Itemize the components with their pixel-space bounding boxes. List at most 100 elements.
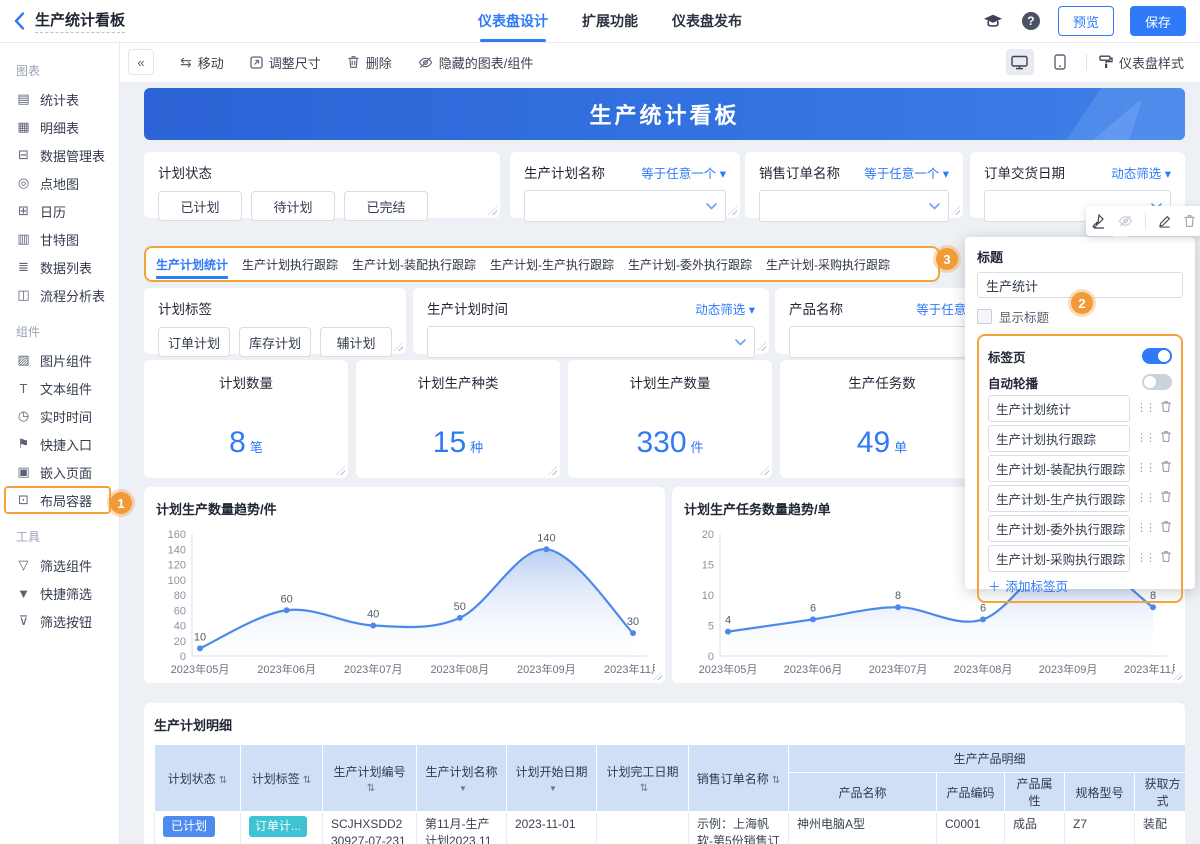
column-header-计划开始日期[interactable]: 计划开始日期▼ (506, 744, 597, 812)
filter-option-待计划[interactable]: 待计划 (251, 191, 335, 221)
tab-page-name-input[interactable]: 生产计划-生产执行跟踪 (988, 485, 1130, 512)
filter-icon[interactable]: ▼ (459, 784, 467, 793)
sort-icon[interactable]: ⇅ (303, 775, 311, 786)
filter-option-订单计划[interactable]: 订单计划 (158, 327, 230, 357)
dashboard-style-entry[interactable]: 仪表盘样式 (1099, 53, 1184, 72)
sidebar-item-明细表[interactable]: ▦ 明细表 (0, 113, 119, 141)
data-point[interactable] (980, 616, 986, 623)
sidebar-item-筛选组件[interactable]: ▽ 筛选组件 (0, 551, 119, 579)
add-tab-page-button[interactable]: ＋ 添加标签页 (988, 576, 1172, 595)
row1-销售订单名称-operator-dropdown[interactable]: 等于任意一个 ▾ (864, 163, 949, 182)
data-point[interactable] (456, 614, 463, 621)
sidebar-item-布局容器[interactable]: ⊡ 布局容器 (4, 486, 111, 514)
sort-icon[interactable]: ⇅ (367, 783, 375, 794)
product-column-header-获取方式[interactable]: 获取方式 (1133, 772, 1185, 812)
row1-计划状态-filter-card[interactable]: 计划状态 已计划 待计划 已完结 (144, 152, 500, 221)
dashboard-banner[interactable]: 生产统计看板 (144, 88, 1185, 140)
column-header-计划标签[interactable]: 计划标签 ⇅ (240, 744, 323, 812)
delete-action[interactable]: 删除 (347, 53, 392, 72)
topbar-tab-扩展功能[interactable]: 扩展功能 (582, 0, 638, 42)
delete-tab-page-icon[interactable] (1160, 460, 1172, 478)
sidebar-item-甘特图[interactable]: ▥ 甘特图 (0, 225, 119, 253)
data-point[interactable] (725, 628, 731, 635)
sidebar-item-点地图[interactable]: ◎ 点地图 (0, 169, 119, 197)
data-point[interactable] (283, 607, 290, 614)
desktop-view-icon[interactable] (1005, 49, 1034, 75)
sidebar-item-嵌入页面[interactable]: ▣ 嵌入页面 (0, 458, 119, 486)
sidebar-item-快捷筛选[interactable]: ▼ 快捷筛选 (0, 579, 119, 607)
mobile-view-icon[interactable] (1046, 49, 1074, 75)
show-title-checkbox[interactable] (977, 308, 992, 324)
sidebar-item-数据列表[interactable]: ≣ 数据列表 (0, 253, 119, 281)
sort-icon[interactable]: ⇅ (219, 775, 227, 786)
delete-tab-icon[interactable] (1160, 460, 1172, 473)
chart-card-1[interactable]: 计划生产数量趋势/件 0 20 40 60 80 100 120 140 160 2023年05月 2… (144, 487, 665, 683)
delete-tab-page-icon[interactable] (1160, 400, 1172, 418)
column-header-计划完工日期[interactable]: 计划完工日期⇅ (596, 744, 689, 812)
data-point[interactable] (810, 616, 816, 623)
move-action[interactable]: ⇆ 移动 (180, 53, 224, 72)
filter-icon[interactable]: ▼ (549, 784, 557, 793)
sidebar-item-流程分析表[interactable]: ◫ 流程分析表 (0, 281, 119, 309)
delete-tab-icon[interactable] (1160, 520, 1172, 533)
container-tab-生产计划-生产执行跟踪[interactable]: 生产计划-生产执行跟踪 (490, 250, 614, 279)
row1-生产计划名称-select[interactable] (524, 190, 726, 222)
container-tab-生产计划-委外执行跟踪[interactable]: 生产计划-委外执行跟踪 (628, 250, 752, 279)
tab-page-name-input[interactable]: 生产计划-装配执行跟踪 (988, 455, 1130, 482)
product-column-header-规格型号[interactable]: 规格型号 (1064, 772, 1135, 812)
row2-计划标签-filter-card[interactable]: 计划标签 订单计划 库存计划 辅计划 (144, 288, 406, 357)
sidebar-item-图片组件[interactable]: ▨ 图片组件 (0, 346, 119, 374)
sidebar-item-统计表[interactable]: ▤ 统计表 (0, 85, 119, 113)
container-tab-生产计划执行跟踪[interactable]: 生产计划执行跟踪 (242, 250, 338, 279)
topbar-tab-仪表盘设计[interactable]: 仪表盘设计 (478, 0, 548, 42)
column-header-销售订单名称[interactable]: 销售订单名称 ⇅ (688, 744, 789, 812)
product-column-header-产品名称[interactable]: 产品名称 (788, 772, 937, 812)
container-tab-生产计划统计[interactable]: 生产计划统计 (156, 250, 229, 279)
hidden-charts-action[interactable]: 隐藏的图表/组件 (418, 53, 533, 72)
sidebar-item-文本组件[interactable]: T 文本组件 (0, 374, 119, 402)
delete-tab-icon[interactable] (1160, 400, 1172, 413)
sidebar-item-日历[interactable]: ⊞ 日历 (0, 197, 119, 225)
data-point[interactable] (630, 630, 636, 637)
column-header-生产计划名称[interactable]: 生产计划名称▼ (416, 744, 507, 812)
delete-tab-page-icon[interactable] (1160, 550, 1172, 568)
drag-handle-icon[interactable]: ⋮⋮ (1136, 553, 1156, 564)
tab-page-name-input[interactable]: 生产计划-采购执行跟踪 (988, 545, 1130, 572)
row1-销售订单名称-filter-card[interactable]: 销售订单名称 等于任意一个 ▾ (745, 152, 963, 222)
topbar-tab-仪表盘发布[interactable]: 仪表盘发布 (672, 0, 742, 42)
product-column-header-产品编码[interactable]: 产品编码 (936, 772, 1005, 812)
row2-生产计划时间-operator-dropdown[interactable]: 动态筛选 ▾ (695, 299, 755, 318)
tab-page-name-input[interactable]: 生产计划统计 (988, 395, 1130, 422)
filter-option-已计划[interactable]: 已计划 (158, 191, 242, 221)
preview-button[interactable]: 预览 (1057, 6, 1114, 36)
resize-action[interactable]: 调整尺寸 (250, 53, 321, 72)
tab-page-name-input[interactable]: 生产计划执行跟踪 (988, 425, 1130, 452)
delete-tab-icon[interactable] (1160, 550, 1172, 563)
data-point[interactable] (197, 645, 203, 652)
back-button[interactable] (14, 12, 25, 30)
delete-tab-page-icon[interactable] (1160, 490, 1172, 508)
delete-widget-icon[interactable] (1183, 214, 1196, 228)
container-tab-生产计划-装配执行跟踪[interactable]: 生产计划-装配执行跟踪 (352, 250, 476, 279)
sidebar-item-筛选按钮[interactable]: ⊽ 筛选按钮 (0, 607, 119, 635)
stat-card-计划数量[interactable]: 计划数量 8 笔 (144, 360, 348, 478)
drag-handle-icon[interactable]: ⋮⋮ (1136, 433, 1156, 444)
format-brush-icon[interactable] (1092, 213, 1106, 229)
row2-生产计划时间-filter-card[interactable]: 生产计划时间 动态筛选 ▾ (413, 288, 769, 358)
column-header-生产计划编号[interactable]: 生产计划编号⇅ (322, 744, 417, 812)
drag-handle-icon[interactable]: ⋮⋮ (1136, 403, 1156, 414)
row1-订单交货日期-operator-dropdown[interactable]: 动态筛选 ▾ (1111, 163, 1171, 182)
filter-option-已完结[interactable]: 已完结 (344, 191, 428, 221)
data-point[interactable] (895, 604, 901, 611)
sort-icon[interactable]: ⇅ (772, 775, 780, 786)
delete-tab-icon[interactable] (1160, 490, 1172, 503)
data-point[interactable] (1150, 604, 1156, 611)
delete-tab-page-icon[interactable] (1160, 430, 1172, 448)
row1-销售订单名称-select[interactable] (759, 190, 949, 222)
row2-生产计划时间-select[interactable] (427, 326, 755, 358)
hide-widget-icon[interactable] (1118, 215, 1133, 227)
filter-option-库存计划[interactable]: 库存计划 (239, 327, 311, 357)
edit-widget-icon[interactable] (1158, 215, 1171, 228)
stat-card-生产任务数[interactable]: 生产任务数 49 单 (780, 360, 984, 478)
stat-card-计划生产数量[interactable]: 计划生产数量 330 件 (568, 360, 772, 478)
